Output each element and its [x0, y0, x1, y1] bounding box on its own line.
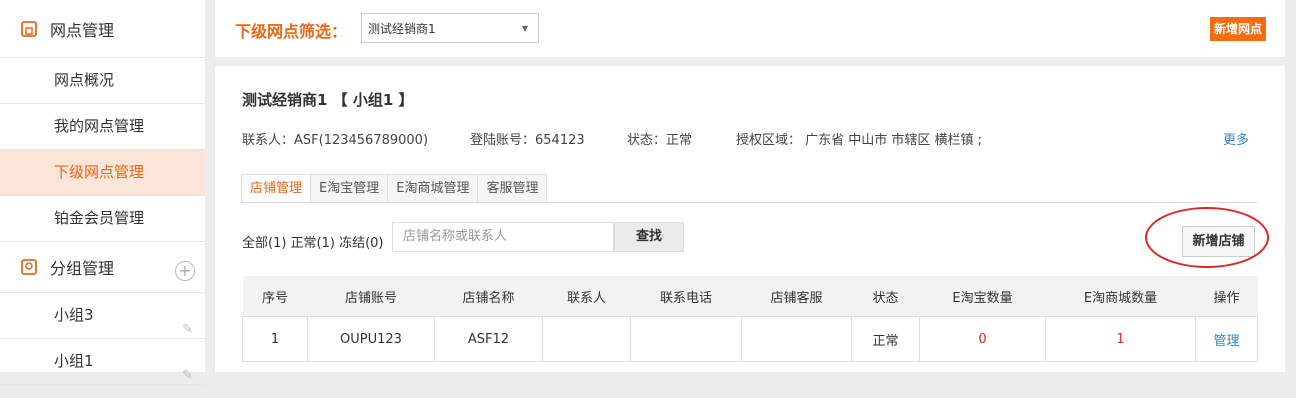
- section-group-management[interactable]: 分组管理 +: [0, 242, 205, 293]
- main-panel: 测试经销商1 【 小组1 】 联系人：ASF(123456789000) 登陆账…: [215, 66, 1285, 372]
- select-value: 测试经销商1: [368, 22, 436, 36]
- outlet-select[interactable]: 测试经销商1 ▼: [361, 13, 539, 43]
- cell: 1: [1045, 316, 1196, 362]
- search-button[interactable]: 查找: [614, 222, 684, 252]
- add-outlet-button[interactable]: 新增网点: [1209, 17, 1266, 41]
- filter-label: 下级网点筛选：: [235, 22, 348, 41]
- sidebar-item-group[interactable]: 小组3 ✎: [0, 293, 205, 339]
- tab-service[interactable]: 客服管理: [477, 174, 548, 202]
- cell: [630, 316, 742, 362]
- chevron-down-icon: ▼: [521, 24, 528, 33]
- col-header: 序号: [242, 276, 308, 317]
- group-label: 小组1: [54, 352, 94, 370]
- filter-bar: 下级网点筛选： 测试经销商1 ▼ 新增网点: [215, 0, 1285, 57]
- status-info: 状态：正常: [627, 133, 693, 148]
- group-icon: [21, 259, 37, 275]
- sidebar-item-sub-outlets[interactable]: 下级网点管理: [0, 150, 205, 196]
- tab-etaobao[interactable]: E淘宝管理: [310, 174, 389, 202]
- sidebar-item-platinum[interactable]: 铂金会员管理: [0, 196, 205, 242]
- cell: ASF12: [434, 316, 543, 362]
- tabs: 店铺管理 E淘宝管理 E淘商城管理 客服管理: [241, 174, 548, 202]
- status-counts[interactable]: 全部(1) 正常(1) 冻结(0): [242, 232, 384, 251]
- table-header-row: 序号 店铺账号 店铺名称 联系人 联系电话 店铺客服 状态 E淘宝数量 E淘商城…: [242, 276, 1258, 317]
- col-header: 店铺账号: [307, 276, 435, 317]
- section-title: 网点管理: [50, 20, 115, 40]
- col-header: 店铺客服: [741, 276, 852, 317]
- table-row: 1 OUPU123 ASF12 正常 0 1 管理: [242, 316, 1258, 362]
- more-link[interactable]: 更多: [1223, 129, 1249, 148]
- highlight-circle: [1145, 207, 1269, 268]
- cell: [741, 316, 852, 362]
- store-icon: [21, 20, 37, 37]
- cell: OUPU123: [307, 316, 435, 362]
- section-store-management[interactable]: 网点管理: [0, 0, 205, 58]
- group-label: 小组3: [54, 306, 94, 324]
- add-group-icon[interactable]: +: [175, 261, 195, 281]
- cell: 0: [919, 316, 1046, 362]
- col-header: 店铺名称: [434, 276, 543, 317]
- sidebar-item-group[interactable]: 小组1 ✎: [0, 339, 205, 385]
- contact-info: 联系人：ASF(123456789000): [242, 133, 429, 148]
- col-header: 联系人: [542, 276, 631, 317]
- cell: 1: [242, 316, 308, 362]
- section-title: 分组管理: [50, 259, 115, 278]
- tab-emall[interactable]: E淘商城管理: [387, 174, 479, 202]
- cell: 正常: [851, 316, 920, 362]
- col-header: E淘商城数量: [1045, 276, 1196, 317]
- shop-table: 序号 店铺账号 店铺名称 联系人 联系电话 店铺客服 状态 E淘宝数量 E淘商城…: [242, 276, 1258, 362]
- region-info: 授权区域： 广东省 中山市 市辖区 横栏镇 ;: [736, 133, 983, 148]
- page-title: 测试经销商1 【 小组1 】: [242, 91, 414, 109]
- edit-icon[interactable]: ✎: [182, 353, 193, 398]
- sidebar-item-my-outlets[interactable]: 我的网点管理: [0, 104, 205, 150]
- login-info: 登陆账号：654123: [470, 133, 585, 148]
- manage-link[interactable]: 管理: [1195, 316, 1258, 362]
- tab-divider: [241, 202, 1257, 203]
- col-header: 操作: [1195, 276, 1258, 317]
- tab-shops[interactable]: 店铺管理: [241, 174, 312, 202]
- cell: [542, 316, 631, 362]
- sidebar: 网点管理 网点概况 我的网点管理 下级网点管理 铂金会员管理 分组管理 + 小组…: [0, 0, 205, 385]
- col-header: 状态: [851, 276, 920, 317]
- search-input[interactable]: 店铺名称或联系人: [392, 222, 614, 252]
- sidebar-item-overview[interactable]: 网点概况: [0, 58, 205, 104]
- col-header: 联系电话: [630, 276, 742, 317]
- col-header: E淘宝数量: [919, 276, 1046, 317]
